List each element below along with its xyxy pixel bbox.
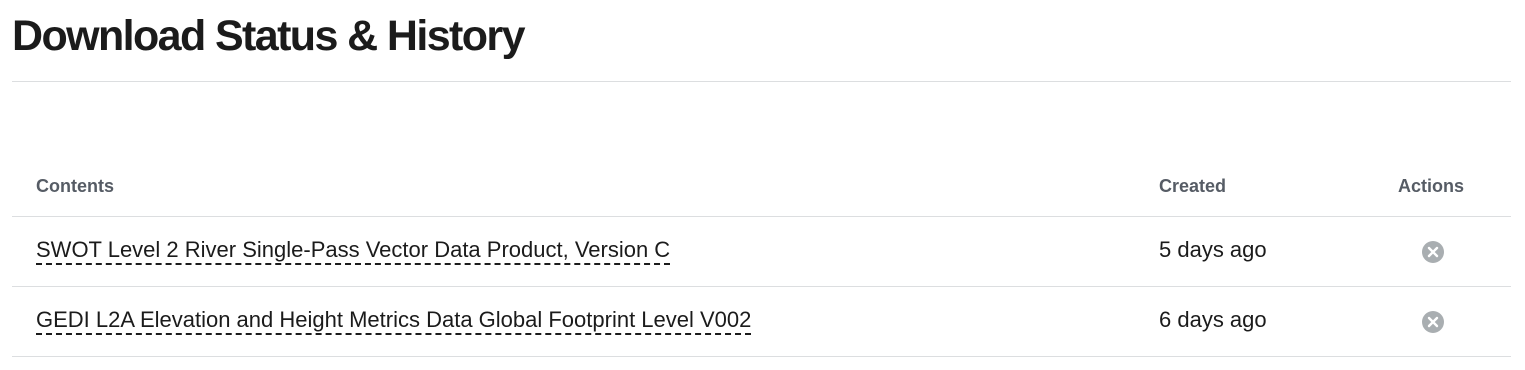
close-circle-icon: [1422, 241, 1444, 263]
title-divider: [12, 81, 1511, 82]
remove-download-button[interactable]: [1422, 241, 1444, 263]
download-contents-link[interactable]: SWOT Level 2 River Single-Pass Vector Da…: [36, 237, 671, 265]
table-row: GEDI L2A Elevation and Height Metrics Da…: [12, 287, 1511, 357]
column-header-actions: Actions: [1398, 176, 1465, 196]
remove-download-button[interactable]: [1422, 311, 1444, 333]
download-history-table: Contents Created Actions SWOT Level 2 Ri…: [12, 164, 1511, 357]
column-header-contents: Contents: [36, 176, 114, 196]
table-header-row: Contents Created Actions: [12, 164, 1511, 217]
table-row: SWOT Level 2 River Single-Pass Vector Da…: [12, 217, 1511, 287]
column-header-created: Created: [1159, 176, 1227, 196]
created-time: 5 days ago: [1159, 237, 1267, 262]
close-circle-icon: [1422, 311, 1444, 333]
page-title: Download Status & History: [12, 12, 525, 60]
created-time: 6 days ago: [1159, 307, 1267, 332]
download-contents-link[interactable]: GEDI L2A Elevation and Height Metrics Da…: [36, 307, 752, 335]
